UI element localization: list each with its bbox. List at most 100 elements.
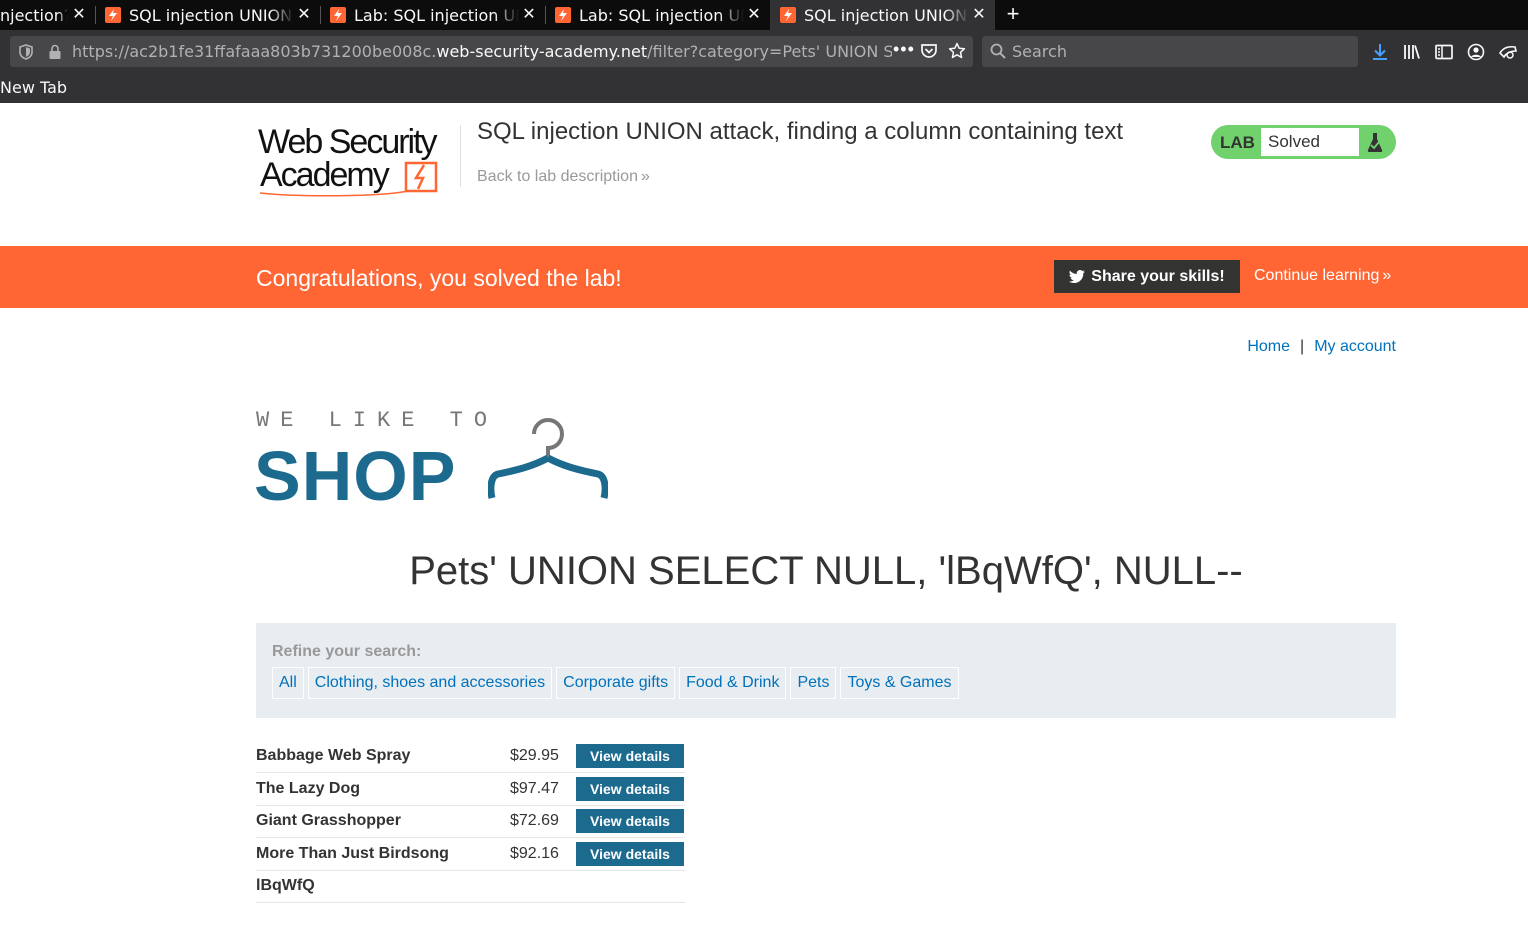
bookmark-star-icon[interactable] [948,42,966,60]
filter-panel: Refine your search: All Clothing, shoes … [256,623,1396,718]
category-heading: Pets' UNION SELECT NULL, 'lBqWfQ', NULL-… [409,549,1243,593]
home-link[interactable]: Home [1247,338,1290,355]
continue-learning-link[interactable]: Continue learning» [1254,267,1391,285]
url-bar[interactable]: https://ac2b1fe31ffafaaa803b731200be008c… [10,36,973,67]
url-domain: web-security-academy.net [436,42,648,61]
shop-logo-word: SHOP [254,437,457,515]
favicon-icon [555,7,571,23]
share-label: Share your skills! [1091,267,1225,285]
lab-label: LAB [1220,133,1255,152]
url-path: /filter?category=Pets' UNION SELECT NULL… [647,42,892,61]
product-table: Babbage Web Spray $29.95 View details Th… [256,740,685,903]
browser-tab[interactable]: Lab: SQL injection UNION ✕ [545,0,770,30]
table-row: Giant Grasshopper $72.69 View details [256,805,685,838]
table-row: The Lazy Dog $97.47 View details [256,772,685,806]
share-skills-button[interactable]: Share your skills! [1054,260,1240,293]
new-tab-icon[interactable]: + [1003,3,1023,27]
product-price: $92.16 [510,837,576,871]
table-row: lBqWfQ [256,870,685,903]
favicon-icon [105,7,121,23]
tab-title: Lab: SQL injection UNION [579,5,744,25]
view-details-button[interactable]: View details [576,776,684,801]
tab-title: SQL injection UNION attack [804,5,969,25]
close-tab-icon[interactable]: ✕ [746,6,762,22]
close-tab-icon[interactable]: ✕ [296,6,312,22]
filter-category-toys-games[interactable]: Toys & Games [840,667,959,699]
empty-cell [576,870,685,903]
pocket-icon[interactable] [920,43,938,60]
shield-icon[interactable] [19,44,33,60]
search-icon [990,43,1006,59]
flask-icon [1367,133,1383,152]
browser-tab[interactable]: njection? ✕ [0,0,95,30]
download-icon[interactable] [1370,42,1390,62]
product-price [510,870,576,903]
product-price: $72.69 [510,805,576,838]
lab-status-text: Solved [1268,132,1320,151]
back-to-lab-link[interactable]: Back to lab description» [477,168,650,186]
filter-category-clothing[interactable]: Clothing, shoes and accessories [307,667,553,699]
nav-separator: | [1300,338,1305,355]
hanger-icon [488,418,608,499]
browser-tab[interactable]: SQL injection UNION attack ✕ [95,0,320,30]
view-details-button[interactable]: View details [576,841,684,866]
product-name: lBqWfQ [256,870,510,903]
view-details-button[interactable]: View details [576,809,684,834]
shop-logo-tagline: WE LIKE TO [256,408,499,433]
search-input[interactable] [1012,40,1342,62]
page-actions-icon[interactable]: ••• [893,39,915,60]
lab-status-badge: LAB Solved [1211,125,1396,159]
extension-icon[interactable] [1498,42,1518,62]
browser-tab[interactable]: Lab: SQL injection UNION ✕ [320,0,545,30]
double-chevron-right-icon: » [1382,267,1392,284]
tab-bar: njection? ✕ SQL injection UNION attack ✕… [0,0,1528,30]
bookmark-new-tab[interactable]: New Tab [0,78,67,97]
account-icon[interactable] [1466,42,1486,62]
category-filter-list: All Clothing, shoes and accessories Corp… [272,667,963,699]
product-name: The Lazy Dog [256,772,510,806]
filter-category-food-drink[interactable]: Food & Drink [679,667,787,699]
tab-title: Lab: SQL injection UNION [354,5,519,25]
web-page: Web Security Academy SQL injection UNION… [0,103,1528,947]
lab-title: SQL injection UNION attack, finding a co… [477,118,1124,145]
tab-title: njection? [0,5,68,25]
product-price: $29.95 [510,740,576,773]
solved-banner: Congratulations, you solved the lab! Sha… [0,246,1528,308]
view-details-button[interactable]: View details [576,744,684,768]
url-text[interactable]: https://ac2b1fe31ffafaaa803b731200be008c… [72,42,892,61]
filter-category-pets[interactable]: Pets [790,667,837,699]
lock-icon[interactable] [48,44,62,60]
close-tab-icon[interactable]: ✕ [521,6,537,22]
twitter-icon [1069,269,1086,283]
product-name: Babbage Web Spray [256,740,510,773]
we-like-to-shop-logo: WE LIKE TO SHOP [254,408,608,515]
web-security-academy-logo[interactable]: Web Security Academy [258,123,458,197]
my-account-link[interactable]: My account [1314,338,1396,355]
product-name: More Than Just Birdsong [256,837,510,871]
logo-divider [460,125,461,187]
browser-tab-active[interactable]: SQL injection UNION attack ✕ [770,0,995,30]
product-name: Giant Grasshopper [256,805,510,838]
double-chevron-right-icon: » [640,168,650,185]
filter-category-all[interactable]: All [272,667,304,699]
refine-search-label: Refine your search: [272,643,422,660]
continue-label: Continue learning [1254,267,1380,284]
congratulations-message: Congratulations, you solved the lab! [256,265,622,291]
header-nav: Home | My account [1247,338,1396,356]
close-tab-icon[interactable]: ✕ [971,6,987,22]
back-link-label: Back to lab description [477,168,638,185]
url-prefix: https://ac2b1fe31ffafaaa803b731200be008c… [72,42,437,61]
sidebar-icon[interactable] [1434,42,1454,62]
lab-status-box: Solved [1261,128,1359,156]
filter-category-corporate-gifts[interactable]: Corporate gifts [556,667,676,699]
table-row: More Than Just Birdsong $92.16 View deta… [256,837,685,871]
navigation-bar: https://ac2b1fe31ffafaaa803b731200be008c… [0,30,1528,74]
svg-text:Academy: Academy [260,156,390,194]
library-icon[interactable] [1402,42,1422,62]
table-row: Babbage Web Spray $29.95 View details [256,740,685,773]
tab-title: SQL injection UNION attack [129,5,294,25]
bookmarks-bar: New Tab [0,74,1528,103]
close-tab-icon[interactable]: ✕ [71,6,87,22]
search-bar[interactable] [982,36,1358,67]
product-price: $97.47 [510,772,576,806]
